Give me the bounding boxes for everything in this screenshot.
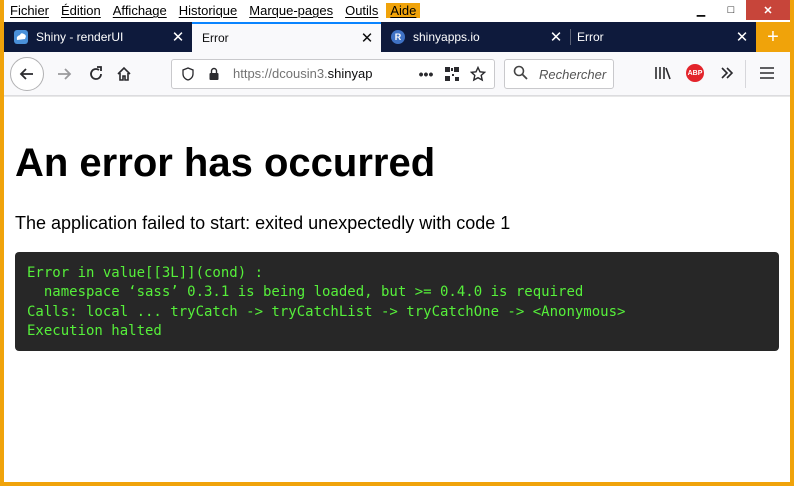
home-button[interactable] [110,60,138,88]
r-icon: R [391,30,405,44]
url-bar[interactable]: https://dcousin3.shinyap ••• [171,59,495,89]
menu-affichage[interactable]: Affichage [113,3,172,18]
arrow-left-icon [19,68,33,80]
search-icon [513,65,528,83]
tab-label: Shiny - renderUI [36,30,124,44]
error-message: The application failed to start: exited … [15,213,511,233]
close-icon[interactable]: ✕ [734,28,750,46]
bookmark-star-icon[interactable] [468,64,488,84]
tab-label: Error [577,30,604,44]
hamburger-icon [760,67,774,79]
error-log-box: Error in value[[3L]](cond) : namespace ‘… [15,252,779,351]
new-tab-button[interactable]: + [756,22,790,52]
menu-historique[interactable]: Historique [179,3,243,18]
tab-shinyapps[interactable]: R shinyapps.io ✕ [381,22,570,52]
chevron-double-right-icon [721,67,734,79]
url-domain: shinyap [327,66,373,81]
close-icon[interactable]: ✕ [359,29,375,47]
menu-aide[interactable]: Aide [386,3,421,18]
tab-strip: Shiny - renderUI ✕ Error ✕ R shinyapps.i… [4,22,790,52]
close-window-button[interactable]: ✕ [746,0,790,20]
menu-outils[interactable]: Outils [345,3,383,18]
page-content: An error has occurred The application fa… [4,96,790,482]
shiny-icon [14,30,28,44]
page-actions-button[interactable]: ••• [416,64,436,84]
window-controls: ▁ □ ✕ [686,0,790,20]
overflow-menu-button[interactable] [715,61,739,85]
minimize-button[interactable]: ▁ [686,0,716,20]
search-box[interactable]: Rechercher [504,59,614,89]
library-button[interactable] [651,61,675,85]
adblock-button[interactable]: ABP [683,61,707,85]
reload-button[interactable] [82,60,110,88]
navigation-bar: https://dcousin3.shinyap ••• Rechercher … [4,52,790,96]
url-prefix: https://dcousin3. [233,66,328,81]
hamburger-menu-button[interactable] [755,61,779,85]
maximize-button[interactable]: □ [716,0,746,20]
close-icon[interactable]: ✕ [170,28,186,46]
title-bar: Fichier Édition Affichage Historique Mar… [4,0,790,23]
tab-label: shinyapps.io [413,30,480,44]
lock-icon[interactable] [204,64,224,84]
browser-window: Fichier Édition Affichage Historique Mar… [4,0,790,482]
menu-fichier[interactable]: Fichier [10,3,54,18]
home-icon [117,66,131,81]
url-text[interactable]: https://dcousin3.shinyap [233,66,409,81]
menu-edition[interactable]: Édition [61,3,106,18]
tab-error-active[interactable]: Error ✕ [192,22,381,52]
menu-bar: Fichier Édition Affichage Historique Mar… [10,3,427,18]
tab-label: Error [202,31,229,45]
arrow-right-icon [58,68,72,80]
page-title: An error has occurred [15,141,436,185]
back-button[interactable] [10,57,44,91]
qr-code-icon[interactable] [442,64,462,84]
tab-shiny-renderui[interactable]: Shiny - renderUI ✕ [4,22,192,52]
error-log-text: Error in value[[3L]](cond) : namespace ‘… [27,265,626,339]
forward-button[interactable] [50,60,78,88]
close-icon[interactable]: ✕ [548,28,564,46]
toolbar-separator [745,60,746,88]
reload-icon [90,66,102,80]
search-placeholder: Rechercher [539,67,607,82]
library-icon [655,67,671,80]
tab-error[interactable]: Error ✕ [571,22,756,52]
adblock-plus-icon: ABP [686,64,704,82]
shield-icon[interactable] [178,64,198,84]
menu-marque-pages[interactable]: Marque-pages [249,3,338,18]
